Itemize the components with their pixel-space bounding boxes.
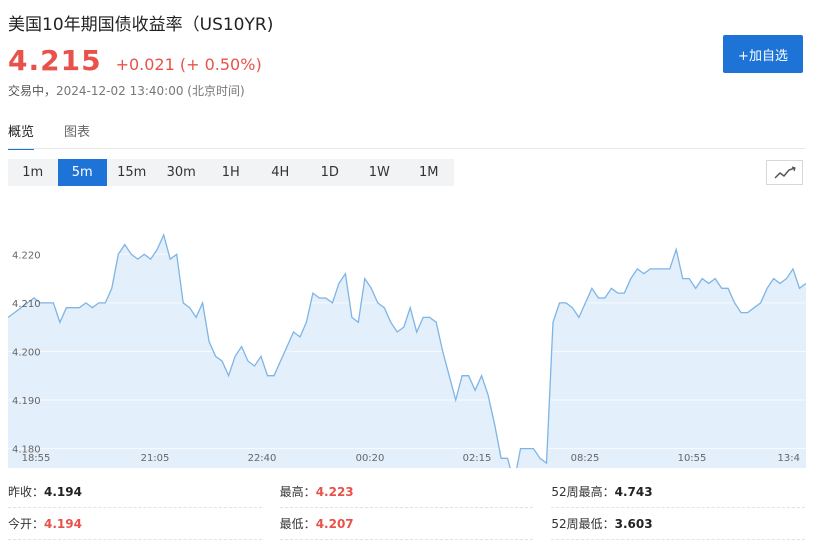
view-tabs: 概览 图表: [8, 121, 120, 150]
price-row: 4.215 +0.021 (+ 0.50%): [8, 44, 262, 77]
chart-svg: 4.2204.2104.2004.1904.1804.17018:5521:05…: [7, 232, 807, 504]
price-change: +0.021 (+ 0.50%): [115, 55, 262, 74]
period-15m[interactable]: 15m: [107, 159, 157, 186]
intraday-chart: 4.2204.2104.2004.1904.1804.17018:5521:05…: [7, 196, 807, 504]
stats-table: 昨收： 4.194 最高： 4.223 52周最高： 4.743 今开： 4.194 最…: [8, 476, 806, 540]
period-5m[interactable]: 5m: [57, 159, 107, 186]
stats-row: 昨收： 4.194 最高： 4.223 52周最高： 4.743: [8, 476, 806, 508]
period-1w[interactable]: 1W: [355, 159, 405, 186]
x-tick-label: 22:40: [248, 453, 277, 464]
stat-value: 3.603: [614, 516, 653, 531]
x-tick-label: 02:15: [463, 453, 492, 464]
stat-label: 52周最低：: [551, 517, 615, 531]
period-selector: 1m 5m 15m 30m 1H 4H 1D 1W 1M: [8, 159, 454, 186]
x-tick-label: 08:25: [571, 453, 600, 464]
y-tick-label: 4.210: [12, 299, 41, 310]
chart-type-button[interactable]: [766, 160, 803, 185]
stat-value: 4.223: [315, 484, 354, 499]
stat-label: 最低：: [279, 517, 316, 531]
stats-row: 今开： 4.194 最低： 4.207 52周最低： 3.603: [8, 508, 806, 540]
tab-chart[interactable]: 图表: [64, 121, 90, 150]
instrument-title: 美国10年期国债收益率（US10YR): [8, 15, 274, 35]
stat-high: 最高： 4.223: [279, 476, 534, 508]
stat-value: 4.743: [614, 484, 653, 499]
stat-value: 4.194: [44, 516, 82, 531]
x-tick-label: 21:05: [141, 453, 170, 464]
tab-overview[interactable]: 概览: [8, 121, 35, 150]
stat-label: 今开：: [8, 517, 45, 531]
y-tick-label: 4.190: [12, 396, 41, 407]
stat-open: 今开： 4.194: [8, 508, 262, 540]
line-chart-icon: [773, 165, 796, 179]
stat-value: 4.207: [315, 516, 354, 531]
stat-label: 昨收：: [8, 485, 45, 499]
x-tick-label: 10:55: [678, 453, 707, 464]
y-tick-label: 4.220: [12, 250, 41, 261]
period-1d[interactable]: 1D: [305, 159, 355, 186]
stat-label: 52周最高：: [551, 485, 615, 499]
x-tick-label: 00:20: [356, 453, 385, 464]
add-to-watchlist-button[interactable]: +加自选: [723, 35, 803, 73]
stat-prev-close: 昨收： 4.194: [8, 476, 262, 508]
last-price: 4.215: [8, 44, 102, 77]
stat-label: 最高：: [279, 485, 316, 499]
x-tick-label: 13:4: [778, 453, 800, 464]
trading-status-line: 交易中，2024-12-02 13:40:00 (北京时间): [8, 82, 245, 99]
trading-status: 交易中，: [8, 84, 57, 98]
period-1h[interactable]: 1H: [206, 159, 256, 186]
period-1mo[interactable]: 1M: [404, 159, 454, 186]
stat-52w-high: 52周最高： 4.743: [551, 476, 806, 508]
y-tick-label: 4.200: [12, 347, 41, 358]
period-30m[interactable]: 30m: [157, 159, 207, 186]
quote-timestamp: 2024-12-02 13:40:00 (北京时间): [56, 84, 245, 98]
x-tick-label: 18:55: [22, 453, 51, 464]
stat-low: 最低： 4.207: [279, 508, 534, 540]
tabs-divider: [8, 148, 805, 149]
period-1m[interactable]: 1m: [8, 159, 58, 186]
stat-52w-low: 52周最低： 3.603: [551, 508, 806, 540]
period-4h[interactable]: 4H: [256, 159, 306, 186]
stat-value: 4.194: [44, 484, 82, 499]
